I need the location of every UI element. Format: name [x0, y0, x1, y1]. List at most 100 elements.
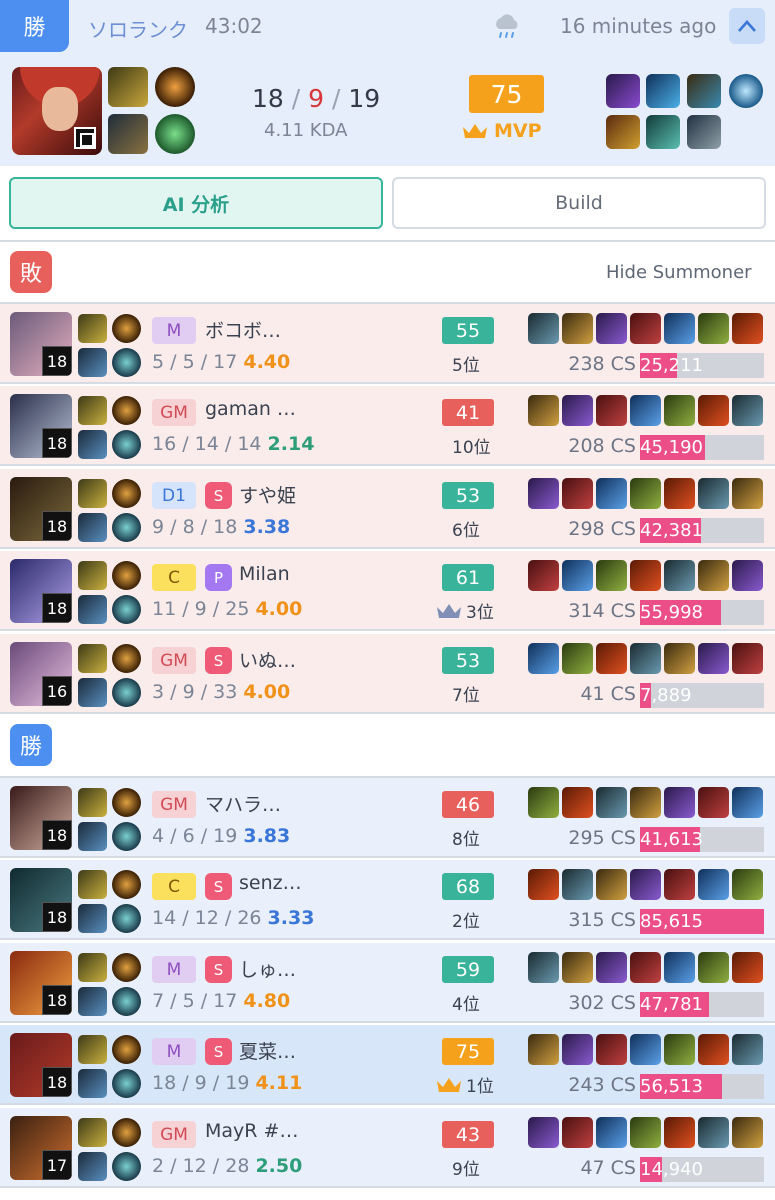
kda-numbers: 16 / 14 / 14 — [152, 433, 268, 455]
item-slot-icon — [630, 395, 661, 426]
player-row[interactable]: 17 GM MayR #… 2 / 12 / 28 2.50 43 9位 47 CS 14,9… — [0, 1108, 775, 1188]
hide-summoner-button[interactable]: Hide Summoner — [606, 262, 752, 283]
summoner-spell-icon — [78, 513, 107, 542]
item-slot-icon — [630, 560, 661, 591]
kda-ratio: 2.14 — [267, 433, 315, 455]
rank-badge: GM — [152, 1121, 196, 1148]
item-slot-icon — [528, 952, 559, 983]
kda-ratio: 4.00 — [255, 598, 303, 620]
trinket-icon — [732, 952, 763, 983]
damage-value: 55,998 — [640, 602, 703, 623]
summoner-name[interactable]: gaman … — [205, 398, 296, 420]
item-slot-icon — [562, 478, 593, 509]
placement-text: 3位 — [466, 603, 494, 623]
item-slot-icon — [664, 478, 695, 509]
champion-level: 18 — [42, 820, 72, 850]
kda-ratio: 4.40 — [243, 351, 291, 373]
keystone-rune-icon — [112, 479, 141, 508]
keystone-rune-icon — [112, 396, 141, 425]
item-slot-icon — [646, 115, 680, 149]
player-score: 41 — [442, 399, 494, 426]
tab-ai-analysis[interactable]: AI 分析 — [9, 177, 383, 229]
summoner-spell-icon — [78, 396, 107, 425]
summoner-name[interactable]: マハラ… — [205, 790, 281, 817]
rank-badge: GM — [152, 791, 196, 818]
summoner-spell-icon — [78, 430, 107, 459]
kda-ratio: 3.38 — [243, 516, 291, 538]
damage-bar: 25,211 — [640, 353, 764, 378]
player-row[interactable]: 16 GM S いぬ… 3 / 9 / 33 4.00 53 7位 41 CS 7,889 — [0, 634, 775, 714]
summoner-name[interactable]: いぬ… — [239, 646, 296, 673]
damage-value: 7,889 — [640, 685, 692, 706]
item-slot-icon — [630, 787, 661, 818]
player-row[interactable]: 18 D1 S すや姫 9 / 8 / 18 3.38 53 6位 298 CS 42,381 — [0, 469, 775, 549]
sub-badge: S — [205, 482, 232, 509]
champion-portrait: 18 — [10, 394, 72, 458]
player-kda: 9 / 8 / 18 3.38 — [152, 516, 290, 538]
trinket-icon — [732, 395, 763, 426]
item-slot-icon — [528, 313, 559, 344]
item-slot-icon — [596, 478, 627, 509]
summoner-name[interactable]: senz… — [239, 872, 302, 894]
player-placement: 10位 — [452, 433, 491, 458]
item-slot-icon — [698, 869, 729, 900]
item-slot-icon — [528, 1117, 559, 1148]
damage-bar: 55,998 — [640, 600, 764, 625]
player-row[interactable]: 18 GM マハラ… 4 / 6 / 19 3.83 46 8位 295 CS 41,613 — [0, 778, 775, 858]
item-slot-icon — [606, 115, 640, 149]
placement-text: 4位 — [452, 995, 480, 1015]
damage-value: 47,781 — [640, 994, 703, 1015]
player-kda: 4 / 6 / 19 3.83 — [152, 825, 290, 847]
player-placement: 9位 — [452, 1155, 480, 1180]
kda-numbers: 14 / 12 / 26 — [152, 907, 268, 929]
summoner-name[interactable]: MayR #… — [205, 1120, 298, 1142]
summoner-name[interactable]: 夏菜… — [239, 1037, 296, 1064]
kda-ratio: 4.00 — [243, 681, 291, 703]
rank-badge: GM — [152, 647, 196, 674]
summoner-spell-icon — [78, 314, 107, 343]
item-slot-icon — [664, 313, 695, 344]
collapse-button[interactable] — [729, 8, 765, 44]
keystone-rune-icon — [155, 67, 195, 107]
item-slot-icon — [698, 1117, 729, 1148]
summoner-spell-icon — [78, 870, 107, 899]
rank-badge: D1 — [152, 482, 196, 509]
damage-bar: 7,889 — [640, 683, 764, 708]
crown-icon — [437, 603, 461, 618]
player-row[interactable]: 18 GM gaman … 16 / 14 / 14 2.14 41 10位 208 CS 4… — [0, 386, 775, 466]
secondary-rune-icon — [112, 678, 141, 707]
rank-badge: M — [152, 1038, 196, 1065]
creep-score: 238 CS — [568, 353, 636, 375]
player-score: 59 — [442, 956, 494, 983]
match-result-tab: 勝 — [0, 0, 69, 52]
player-row[interactable]: 18 C P Milan 11 / 9 / 25 4.00 61 3位 314 CS 55,99… — [0, 551, 775, 631]
champion-portrait: 18 — [10, 951, 72, 1015]
player-score: 61 — [442, 564, 494, 591]
summoner-name[interactable]: ボコボ… — [205, 316, 281, 343]
creep-score: 208 CS — [568, 435, 636, 457]
sub-badge: S — [205, 1038, 232, 1065]
item-slot-icon — [698, 787, 729, 818]
summoner-name[interactable]: しゅ… — [239, 955, 296, 982]
placement-text: 1位 — [466, 1077, 494, 1097]
summoner-name[interactable]: すや姫 — [239, 481, 296, 508]
player-kda: 18 / 9 / 19 4.11 — [152, 1072, 302, 1094]
sub-badge: P — [205, 564, 232, 591]
tab-build[interactable]: Build — [392, 177, 766, 229]
player-row[interactable]: 18 C Ssenz… 14 / 12 / 26 3.33 68 2位 315 CS 85,6… — [0, 860, 775, 940]
creep-score: 302 CS — [568, 992, 636, 1014]
player-row[interactable]: 18 M S 夏菜… 18 / 9 / 19 4.11 75 1位 243 CS 56,513 — [0, 1025, 775, 1105]
player-row[interactable]: 18 M ボコボ… 5 / 5 / 17 4.40 55 5位 238 CS 25,211 — [0, 304, 775, 384]
item-slot-icon — [630, 1034, 661, 1065]
summoner-name[interactable]: Milan — [239, 563, 290, 585]
role-badge-icon — [74, 127, 96, 149]
my-kda-ratio: 4.11 KDA — [264, 120, 348, 141]
player-placement: 7位 — [452, 681, 480, 706]
player-row[interactable]: 18 M S しゅ… 7 / 5 / 17 4.80 59 4位 302 CS 47,781 — [0, 943, 775, 1023]
item-slot-icon — [630, 643, 661, 674]
crown-icon — [463, 124, 487, 138]
summoner-spell-icon — [78, 348, 107, 377]
player-score: 68 — [442, 873, 494, 900]
divider — [0, 240, 775, 242]
player-score: 53 — [442, 647, 494, 674]
